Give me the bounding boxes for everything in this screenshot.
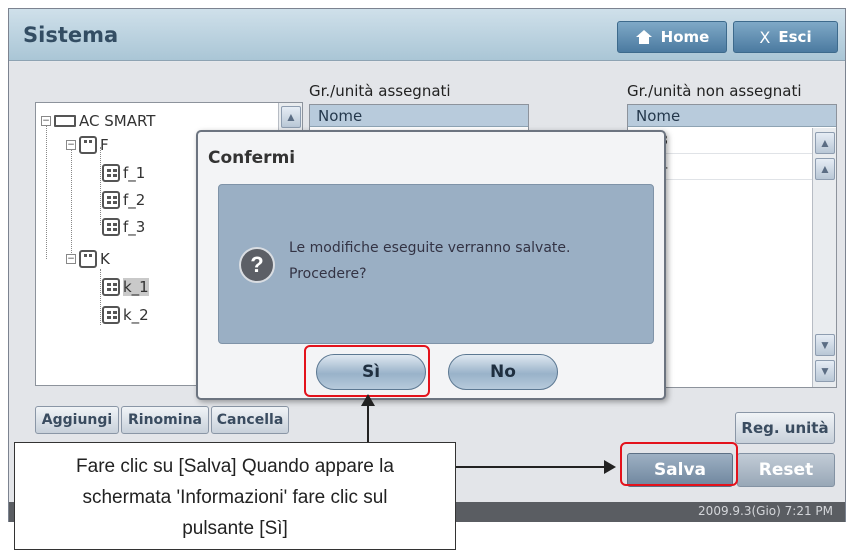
tree-group-f[interactable]: − F [66,136,109,154]
unassigned-column-header: Nome [628,105,836,127]
unit-icon [102,164,120,182]
assigned-column-header: Nome [310,105,528,127]
no-button[interactable]: No [448,354,558,390]
delete-button[interactable]: Cancella [211,406,289,434]
dialog-message-line2: Procedere? [289,266,367,282]
yes-highlight [304,345,430,397]
instruction-callout: Fare clic su [Salva] Quando appare la sc… [14,442,456,550]
unit-icon [102,278,120,296]
title-bar: Sistema Home X Esci [9,9,845,61]
unit-icon [102,306,120,324]
arrow-to-save [456,460,616,474]
tree-root-label: AC SMART [79,112,156,130]
arrow-to-yes [361,394,375,442]
tree-group-label: F [100,136,109,154]
collapse-icon[interactable]: − [41,116,51,126]
reset-button[interactable]: Reset [737,453,835,487]
tree-unit-f2[interactable]: f_2 [102,191,145,209]
callout-line3: pulsante [Sì] [182,518,288,539]
unassigned-scrollbar[interactable]: ▲ ▲ ▼ ▼ [812,128,836,387]
status-datetime: 2009.9.3(Gio) 7:21 PM [698,504,833,518]
dialog-message: Le modifiche eseguite verranno salvate. … [289,235,649,287]
controller-icon [54,115,76,127]
tree-unit-k1[interactable]: k_1 [102,278,149,296]
close-icon: X [759,27,771,47]
tree-unit-f3[interactable]: f_3 [102,218,145,236]
tree-unit-label: k_1 [123,278,149,296]
group-icon [79,250,97,268]
tree-unit-label: f_2 [123,191,146,209]
exit-button[interactable]: X Esci [733,21,838,53]
assigned-title: Gr./unità assegnati [309,82,451,100]
scroll-up-icon[interactable]: ▲ [815,158,835,180]
collapse-icon[interactable]: − [66,254,76,264]
home-label: Home [660,28,710,46]
tree-group-label: K [100,250,110,268]
tree-unit-k2[interactable]: k_2 [102,306,149,324]
scroll-down-icon[interactable]: ▼ [815,334,835,356]
unit-icon [102,191,120,209]
dialog-body: ? Le modifiche eseguite verranno salvate… [218,184,654,344]
window-title: Sistema [23,23,119,47]
collapse-icon[interactable]: − [66,140,76,150]
home-button[interactable]: Home [617,21,727,53]
callout-line2: schermata 'Informazioni' fare clic sul [82,487,388,508]
unassigned-title: Gr./unità non assegnati [627,82,802,100]
callout-line1: Fare clic su [Salva] Quando appare la [76,456,394,477]
tree-unit-f1[interactable]: f_1 [102,164,145,182]
dialog-title: Confermi [208,148,296,168]
add-button[interactable]: Aggiungi [35,406,119,434]
tree-unit-label: k_2 [123,306,149,324]
unit-icon [102,218,120,236]
tree-root[interactable]: − AC SMART [41,112,155,130]
rename-button[interactable]: Rinomina [121,406,209,434]
tree-group-k[interactable]: − K [66,250,110,268]
tree-unit-label: f_3 [123,218,146,236]
confirm-dialog: Confermi ? Le modifiche eseguite verrann… [196,130,666,400]
scroll-top-icon[interactable]: ▲ [281,106,301,128]
scroll-bottom-icon[interactable]: ▼ [815,360,835,382]
register-unit-button[interactable]: Reg. unità [735,412,835,444]
group-icon [79,136,97,154]
dialog-message-line1: Le modifiche eseguite verranno salvate. [289,240,571,256]
exit-label: Esci [778,28,812,46]
tree-unit-label: f_1 [123,164,146,182]
question-icon: ? [239,247,275,283]
save-highlight [620,442,738,486]
home-icon [635,30,652,44]
scroll-top-icon[interactable]: ▲ [815,132,835,154]
